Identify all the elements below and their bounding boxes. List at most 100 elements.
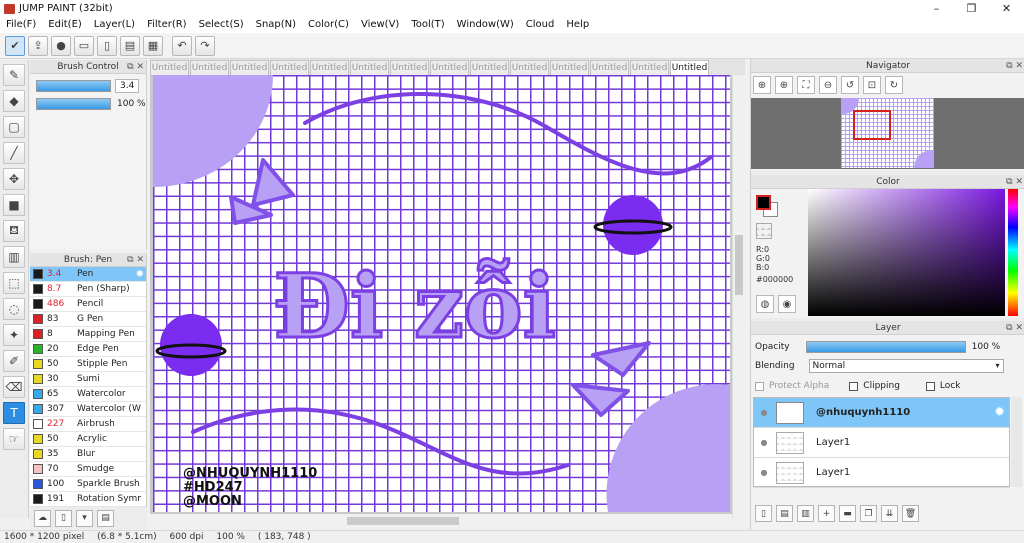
gradient-icon[interactable]: ▥ (3, 246, 25, 268)
layer-row[interactable]: ● Layer1 (754, 458, 1009, 488)
select-pen-icon[interactable]: ✐ (3, 350, 25, 372)
brush-item[interactable]: 8 Mapping Pen (30, 327, 146, 342)
canvas-vertical-scrollbar[interactable] (732, 75, 745, 518)
canvas-area[interactable]: Đi zỗi @NHUQUYNH1110 #HD247 @MOON (150, 75, 745, 518)
brush-opacity-slider[interactable] (36, 98, 111, 110)
brush-item[interactable]: 70 Smudge (30, 462, 146, 477)
palette-icon[interactable]: ◍ (756, 295, 774, 313)
panel-close-icon[interactable]: ⧉ ✕ (1006, 59, 1023, 73)
visibility-icon[interactable]: ● (758, 437, 770, 449)
brush-item[interactable]: 83 G Pen (30, 312, 146, 327)
brush-item[interactable]: 65 Watercolor (30, 387, 146, 402)
navigator-view[interactable] (751, 98, 1024, 169)
canvas-horizontal-scrollbar[interactable] (150, 514, 732, 528)
tab-untitled[interactable]: Untitled (670, 60, 709, 75)
saturation-value-picker[interactable] (808, 189, 1005, 316)
new-brush-icon[interactable]: ▯ (55, 509, 72, 527)
lock-checkbox[interactable]: Lock (925, 381, 960, 391)
magic-wand-icon[interactable]: ✦ (3, 324, 25, 346)
eraser-icon[interactable]: ◆ (3, 90, 25, 112)
new-layer-icon[interactable]: ▯ (755, 505, 772, 522)
tab-untitled[interactable]: Untitled (350, 60, 389, 75)
brush-item[interactable]: 191 Rotation Symm (30, 492, 146, 507)
zoom-fit-icon[interactable]: ⊕ (753, 76, 771, 94)
reset-view-icon[interactable]: ⊡ (863, 76, 881, 94)
layer-scrollbar[interactable] (1011, 397, 1022, 487)
cloud-download-icon[interactable]: ☁ (34, 509, 51, 527)
tab-untitled[interactable]: Untitled (590, 60, 629, 75)
brush-size-slider[interactable] (36, 80, 111, 92)
blending-select[interactable]: Normal ▾ (808, 359, 1004, 373)
line-tool-icon[interactable]: ╱ (3, 142, 25, 164)
tab-untitled[interactable]: Untitled (550, 60, 589, 75)
menu-filter[interactable]: Filter(R) (141, 17, 193, 33)
bucket-icon[interactable]: ⛾ (3, 220, 25, 242)
brush-settings-icon[interactable]: ▤ (97, 509, 114, 527)
navigator-thumbnail[interactable] (841, 98, 934, 168)
menu-view[interactable]: View(V) (355, 17, 405, 33)
color-picker-icon[interactable]: ◉ (778, 295, 796, 313)
fill-rect-icon[interactable]: ■ (3, 194, 25, 216)
brush-menu-icon[interactable]: ▾ (76, 509, 93, 527)
close-button[interactable]: ✕ (989, 0, 1024, 17)
brush-item[interactable]: 50 Stipple Pen (30, 357, 146, 372)
new-halftone-layer-icon[interactable]: ▤ (776, 505, 793, 522)
zoom-out-icon[interactable]: ⊖ (819, 76, 837, 94)
layer-row[interactable]: ● @nhuquynh1110 ✹ (754, 398, 1009, 428)
fit-window-icon[interactable]: ⛶ (797, 76, 815, 94)
brush-item[interactable]: 227 Airbrush (30, 417, 146, 432)
comment-icon[interactable]: ▭ (74, 35, 94, 56)
page-icon[interactable]: ▯ (97, 35, 117, 56)
eyedropper-hand-icon[interactable]: ☞ (3, 428, 25, 450)
select-rect-icon[interactable]: ⬚ (3, 272, 25, 294)
gear-icon[interactable]: ✹ (136, 269, 144, 280)
navigator-viewport[interactable] (853, 110, 891, 140)
lasso-icon[interactable]: ◌ (3, 298, 25, 320)
new-8bit-layer-icon[interactable]: ▥ (797, 505, 814, 522)
minimize-button[interactable]: – (919, 0, 954, 17)
maximize-button[interactable]: ❐ (954, 0, 989, 17)
brush-item[interactable]: 8.7 Pen (Sharp) (30, 282, 146, 297)
zoom-in-icon[interactable]: ⊕ (775, 76, 793, 94)
rotate-left-icon[interactable]: ↺ (841, 76, 859, 94)
brush-item[interactable]: 30 Sumi (30, 372, 146, 387)
export-icon[interactable]: ⇪ (28, 35, 48, 56)
brush-item[interactable]: 486 Pencil (30, 297, 146, 312)
menu-snap[interactable]: Snap(N) (250, 17, 302, 33)
protect-alpha-checkbox[interactable]: Protect Alpha (755, 381, 829, 391)
cloud-sync-icon[interactable]: ✔ (5, 35, 25, 56)
drawing-canvas[interactable]: Đi zỗi @NHUQUYNH1110 #HD247 @MOON (153, 75, 730, 512)
menu-help[interactable]: Help (560, 17, 595, 33)
menu-layer[interactable]: Layer(L) (88, 17, 141, 33)
tab-untitled[interactable]: Untitled (270, 60, 309, 75)
tab-untitled[interactable]: Untitled (510, 60, 549, 75)
hue-slider[interactable] (1008, 189, 1018, 316)
tab-untitled[interactable]: Untitled (190, 60, 229, 75)
panel-close-icon[interactable]: ⧉ ✕ (1006, 175, 1023, 189)
panel-close-icon[interactable]: ⧉ ✕ (127, 253, 144, 267)
tab-untitled[interactable]: Untitled (470, 60, 509, 75)
menu-file[interactable]: File(F) (0, 17, 42, 33)
clipping-checkbox[interactable]: Clipping (849, 381, 900, 391)
brush-size-value[interactable]: 3.4 (115, 79, 140, 93)
brush-item[interactable]: 100 Sparkle Brush (30, 477, 146, 492)
delete-layer-icon[interactable]: 🗑 (902, 505, 919, 522)
foreground-color-swatch[interactable] (756, 195, 771, 210)
brush-item[interactable]: 20 Edge Pen (30, 342, 146, 357)
gear-icon[interactable]: ✹ (994, 405, 1005, 420)
tab-untitled[interactable]: Untitled (430, 60, 469, 75)
transparent-color-icon[interactable] (756, 223, 772, 239)
pen-tool-icon[interactable]: ✎ (3, 64, 25, 86)
menu-cloud[interactable]: Cloud (520, 17, 561, 33)
merge-layer-icon[interactable]: ⇊ (881, 505, 898, 522)
chat-bubble-icon[interactable]: ● (51, 35, 71, 56)
brush-item[interactable]: 307 Watercolor (W (30, 402, 146, 417)
tab-untitled[interactable]: Untitled (310, 60, 349, 75)
duplicate-layer-icon[interactable]: ❐ (860, 505, 877, 522)
menu-select[interactable]: Select(S) (193, 17, 250, 33)
brush-item[interactable]: 50 Acrylic (30, 432, 146, 447)
layer-row[interactable]: ● Layer1 (754, 428, 1009, 458)
move-icon[interactable]: ✥ (3, 168, 25, 190)
rectangle-icon[interactable]: ▢ (3, 116, 25, 138)
visibility-icon[interactable]: ● (758, 407, 770, 419)
